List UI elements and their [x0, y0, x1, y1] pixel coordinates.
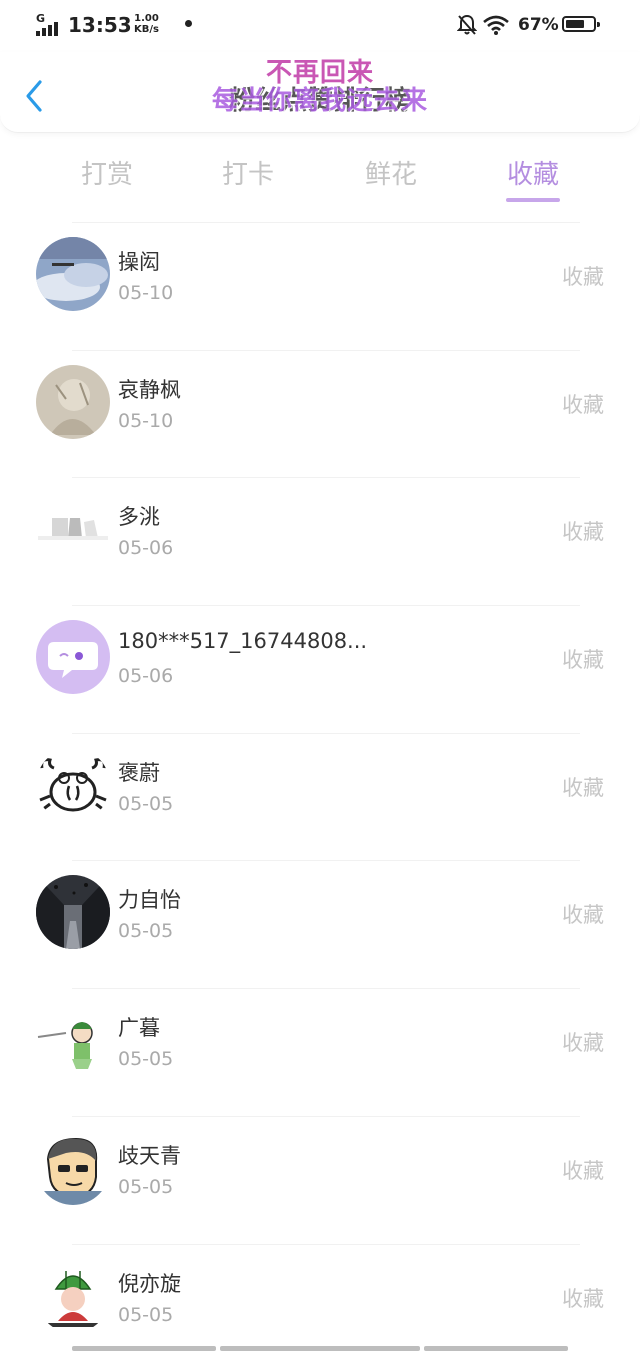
list-item[interactable]: 操闳 05-10 收藏	[0, 222, 640, 350]
divider	[72, 605, 580, 606]
date: 05-06	[118, 665, 173, 687]
crab-icon	[36, 748, 110, 822]
battery-icon	[562, 16, 596, 32]
list-item[interactable]: 倪亦旋 05-05 收藏	[0, 1244, 640, 1371]
tab-flowers[interactable]: 鲜花	[331, 154, 451, 191]
user-name: 广暮	[118, 1012, 160, 1042]
divider	[72, 350, 580, 351]
avatar[interactable]	[36, 1259, 110, 1333]
network-speed: 1.00 KB/s	[134, 13, 159, 35]
divider	[72, 988, 580, 989]
overlay-text-bottom: 每当你离我远去来	[0, 80, 640, 117]
avatar[interactable]	[36, 748, 110, 822]
avatar[interactable]	[36, 492, 110, 566]
avatar[interactable]	[36, 365, 110, 439]
list-item[interactable]: 哀静枫 05-10 收藏	[0, 350, 640, 478]
avatar[interactable]	[36, 620, 110, 694]
user-name: 褒蔚	[118, 757, 160, 787]
signal-icon	[36, 22, 62, 36]
user-name: 歧天青	[118, 1140, 181, 1170]
scroll-indicator	[72, 1346, 568, 1351]
user-name: 多洮	[118, 501, 160, 531]
divider	[72, 1244, 580, 1245]
divider	[72, 222, 580, 223]
divider	[72, 477, 580, 478]
date: 05-10	[118, 410, 173, 432]
favorite-label[interactable]: 收藏	[562, 389, 604, 419]
clock: 13:53	[68, 13, 132, 37]
avatar[interactable]	[36, 1003, 110, 1077]
avatar[interactable]	[36, 875, 110, 949]
header: 粉丝点赞排行榜 不再回来 每当你离我远去来	[0, 52, 640, 133]
list-item[interactable]: 歧天青 05-05 收藏	[0, 1116, 640, 1244]
favorite-label[interactable]: 收藏	[562, 516, 604, 546]
favorite-label[interactable]: 收藏	[562, 1027, 604, 1057]
chat-bubble-icon	[36, 620, 110, 694]
date: 05-05	[118, 1304, 173, 1326]
user-name: 180***517_16744808...	[118, 629, 367, 653]
user-name: 哀静枫	[118, 374, 181, 404]
list-item[interactable]: 多洮 05-06 收藏	[0, 477, 640, 605]
notification-dot-icon	[185, 20, 192, 27]
avatar[interactable]	[36, 237, 110, 311]
favorite-label[interactable]: 收藏	[562, 261, 604, 291]
date: 05-05	[118, 1048, 173, 1070]
divider	[72, 860, 580, 861]
favorite-label[interactable]: 收藏	[562, 772, 604, 802]
tab-checkin[interactable]: 打卡	[188, 154, 308, 191]
active-tab-indicator	[506, 198, 560, 202]
list-item[interactable]: 广暮 05-05 收藏	[0, 988, 640, 1116]
date: 05-05	[118, 920, 173, 942]
user-name: 力自怡	[118, 884, 181, 914]
divider	[72, 1116, 580, 1117]
favorites-list: 操闳 05-10 收藏 哀静枫 05-10 收藏	[0, 222, 640, 1371]
date: 05-05	[118, 793, 173, 815]
divider	[72, 733, 580, 734]
list-item[interactable]: 力自怡 05-05 收藏	[0, 860, 640, 988]
favorite-label[interactable]: 收藏	[562, 644, 604, 674]
avatar[interactable]	[36, 1131, 110, 1205]
tab-favorites[interactable]: 收藏	[473, 154, 593, 191]
user-name: 倪亦旋	[118, 1268, 181, 1298]
mute-bell-icon	[457, 14, 477, 36]
favorite-label[interactable]: 收藏	[562, 1155, 604, 1185]
date: 05-05	[118, 1176, 173, 1198]
list-item[interactable]: 180***517_16744808... 05-06 收藏	[0, 605, 640, 733]
status-bar: G 13:53 1.00 KB/s 67%	[0, 0, 640, 52]
tab-bar: 打赏 打卡 鲜花 收藏	[0, 132, 640, 222]
tab-reward[interactable]: 打赏	[47, 154, 167, 191]
date: 05-10	[118, 282, 173, 304]
battery-percent: 67%	[518, 15, 559, 35]
favorite-label[interactable]: 收藏	[562, 899, 604, 929]
list-item[interactable]: 褒蔚 05-05 收藏	[0, 733, 640, 861]
wifi-icon	[482, 14, 510, 36]
date: 05-06	[118, 537, 173, 559]
favorite-label[interactable]: 收藏	[562, 1283, 604, 1313]
user-name: 操闳	[118, 246, 160, 276]
